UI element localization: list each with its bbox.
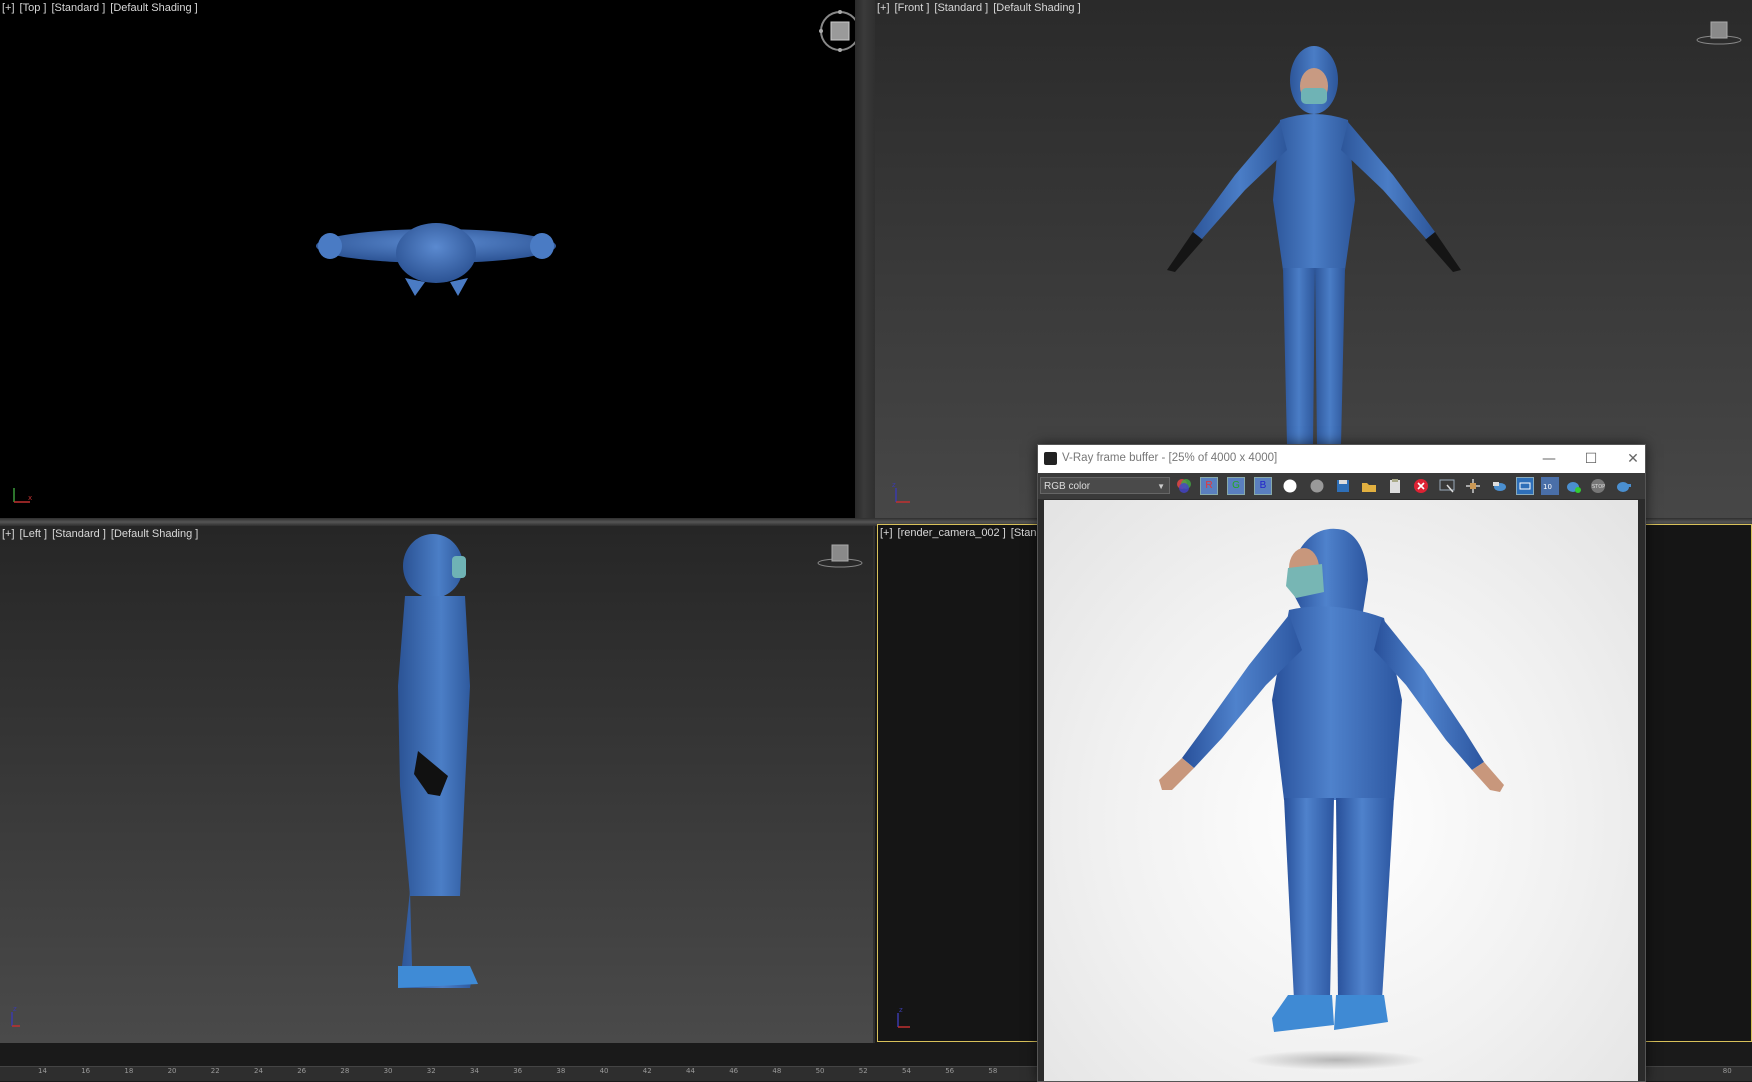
- blue-channel-button[interactable]: B: [1254, 477, 1272, 495]
- viewport-left-mode[interactable]: [Standard ]: [52, 528, 106, 540]
- svg-text:z: z: [892, 481, 896, 489]
- open-folder-icon[interactable]: [1360, 477, 1378, 495]
- viewport-top-mode[interactable]: [Standard ]: [51, 2, 105, 14]
- viewport-front-view[interactable]: [Front ]: [895, 2, 930, 14]
- timeline-tick: 28: [340, 1067, 350, 1075]
- clear-image-icon[interactable]: [1412, 477, 1430, 495]
- timeline-tick: 44: [686, 1067, 695, 1075]
- timeline-tick: 32: [426, 1067, 436, 1075]
- viewport-top-view[interactable]: [Top ]: [20, 2, 47, 14]
- chevron-down-icon: ▼: [1157, 482, 1165, 491]
- timeline-tick: 46: [729, 1067, 739, 1075]
- figure-side-view: [398, 534, 478, 988]
- viewport-camera-plus[interactable]: [+]: [880, 527, 893, 539]
- vray-logo-icon: [1044, 452, 1057, 465]
- timeline-tick: 58: [988, 1067, 998, 1075]
- alpha-white-icon[interactable]: [1281, 477, 1299, 495]
- maximize-icon[interactable]: ☐: [1576, 449, 1606, 469]
- viewport-front-shading[interactable]: [Default Shading ]: [993, 2, 1080, 14]
- render-teapot-icon[interactable]: [1564, 477, 1582, 495]
- track-mouse-icon[interactable]: [1438, 477, 1456, 495]
- channel-select-value: RGB color: [1044, 481, 1091, 492]
- svg-text:STOP: STOP: [1592, 484, 1605, 490]
- timeline-tick: 54: [902, 1067, 911, 1075]
- history-icon[interactable]: 10: [1541, 477, 1559, 495]
- viewcube-icon[interactable]: [1695, 18, 1743, 48]
- timeline-tick: 16: [81, 1067, 91, 1075]
- timeline-tick: 20: [167, 1067, 177, 1075]
- viewport-camera-view[interactable]: [render_camera_002 ]: [898, 527, 1006, 539]
- viewport-front-label[interactable]: [+] [Front ] [Standard ] [Default Shading ]: [877, 2, 1086, 14]
- timeline-tick: 40: [599, 1067, 609, 1075]
- viewport-left-view[interactable]: [Left ]: [20, 528, 48, 540]
- viewport-left-label[interactable]: [+] [Left ] [Standard ] [Default Shading ]: [2, 528, 203, 540]
- viewport-left-shading[interactable]: [Default Shading ]: [111, 528, 198, 540]
- svg-text:z: z: [899, 1006, 903, 1014]
- axis-tripod-icon: z: [892, 481, 910, 503]
- timeline-tick: 36: [513, 1067, 523, 1075]
- vfb-titlebar[interactable]: V-Ray frame buffer - [25% of 4000 x 4000…: [1038, 445, 1645, 473]
- timeline-tick: 80: [1722, 1067, 1732, 1075]
- viewport-left-plus[interactable]: [+]: [2, 528, 15, 540]
- lens-effects-icon[interactable]: [1516, 477, 1534, 495]
- timeline-tick: 14: [38, 1067, 47, 1075]
- timeline-tick: 42: [642, 1067, 652, 1075]
- rendered-figure: [1159, 528, 1504, 1070]
- viewport-top[interactable]: [+] [Top ] [Standard ] [Default Shading ] x: [0, 0, 855, 518]
- svg-text:10: 10: [1543, 483, 1552, 491]
- figure-top-view: [316, 223, 556, 296]
- render-last-icon[interactable]: [1490, 477, 1508, 495]
- axis-tripod-icon: x: [13, 488, 32, 503]
- region-render-icon[interactable]: [1464, 477, 1482, 495]
- timeline-tick: 18: [124, 1067, 134, 1075]
- channel-select[interactable]: RGB color ▼: [1040, 477, 1170, 494]
- timeline-tick: 24: [254, 1067, 263, 1075]
- svg-text:x: x: [28, 494, 32, 502]
- vray-frame-buffer-window[interactable]: V-Ray frame buffer - [25% of 4000 x 4000…: [1037, 444, 1646, 1082]
- render-icon[interactable]: [1614, 477, 1632, 495]
- timeline-tick: 48: [772, 1067, 782, 1075]
- save-image-icon[interactable]: [1334, 477, 1352, 495]
- viewport-front[interactable]: [+] [Front ] [Standard ] [Default Shading ]…: [875, 0, 1752, 518]
- viewport-camera-label[interactable]: [+] [render_camera_002 ] [Standa: [880, 527, 1054, 539]
- color-channels-icon[interactable]: [1175, 477, 1193, 495]
- viewport-front-plus[interactable]: [+]: [877, 2, 890, 14]
- timeline-tick: 30: [383, 1067, 393, 1075]
- timeline-tick: 38: [556, 1067, 566, 1075]
- monochrome-icon[interactable]: [1308, 477, 1326, 495]
- clipboard-icon[interactable]: [1386, 477, 1404, 495]
- minimize-icon[interactable]: —: [1534, 449, 1564, 469]
- viewport-front-mode[interactable]: [Standard ]: [934, 2, 988, 14]
- red-channel-button[interactable]: R: [1200, 477, 1218, 495]
- green-channel-button[interactable]: G: [1227, 477, 1245, 495]
- timeline-tick: 34: [470, 1067, 479, 1075]
- vfb-title: V-Ray frame buffer - [25% of 4000 x 4000…: [1062, 452, 1278, 464]
- vfb-toolbar: RGB color ▼ R G B 10 STOP: [1038, 473, 1645, 499]
- stop-render-icon[interactable]: STOP: [1589, 477, 1607, 495]
- timeline-tick: 22: [210, 1067, 220, 1075]
- viewcube-compass-icon[interactable]: [817, 8, 855, 54]
- close-icon[interactable]: ✕: [1618, 449, 1648, 469]
- viewport-top-shading[interactable]: [Default Shading ]: [110, 2, 197, 14]
- timeline-tick: 56: [945, 1067, 955, 1075]
- axis-tripod-icon: z: [11, 1005, 20, 1027]
- viewport-top-label[interactable]: [+] [Top ] [Standard ] [Default Shading ]: [2, 2, 203, 14]
- timeline-tick: 26: [297, 1067, 307, 1075]
- figure-front-view: [1167, 46, 1461, 445]
- timeline-tick: 52: [858, 1067, 868, 1075]
- viewcube-icon[interactable]: [816, 541, 864, 571]
- timeline-tick: 50: [815, 1067, 825, 1075]
- axis-tripod-icon: z: [897, 1006, 910, 1028]
- viewport-top-plus[interactable]: [+]: [2, 2, 15, 14]
- svg-text:z: z: [13, 1005, 17, 1013]
- rendered-image[interactable]: [1044, 500, 1638, 1081]
- viewport-left[interactable]: [+] [Left ] [Standard ] [Default Shading ] …: [0, 526, 873, 1043]
